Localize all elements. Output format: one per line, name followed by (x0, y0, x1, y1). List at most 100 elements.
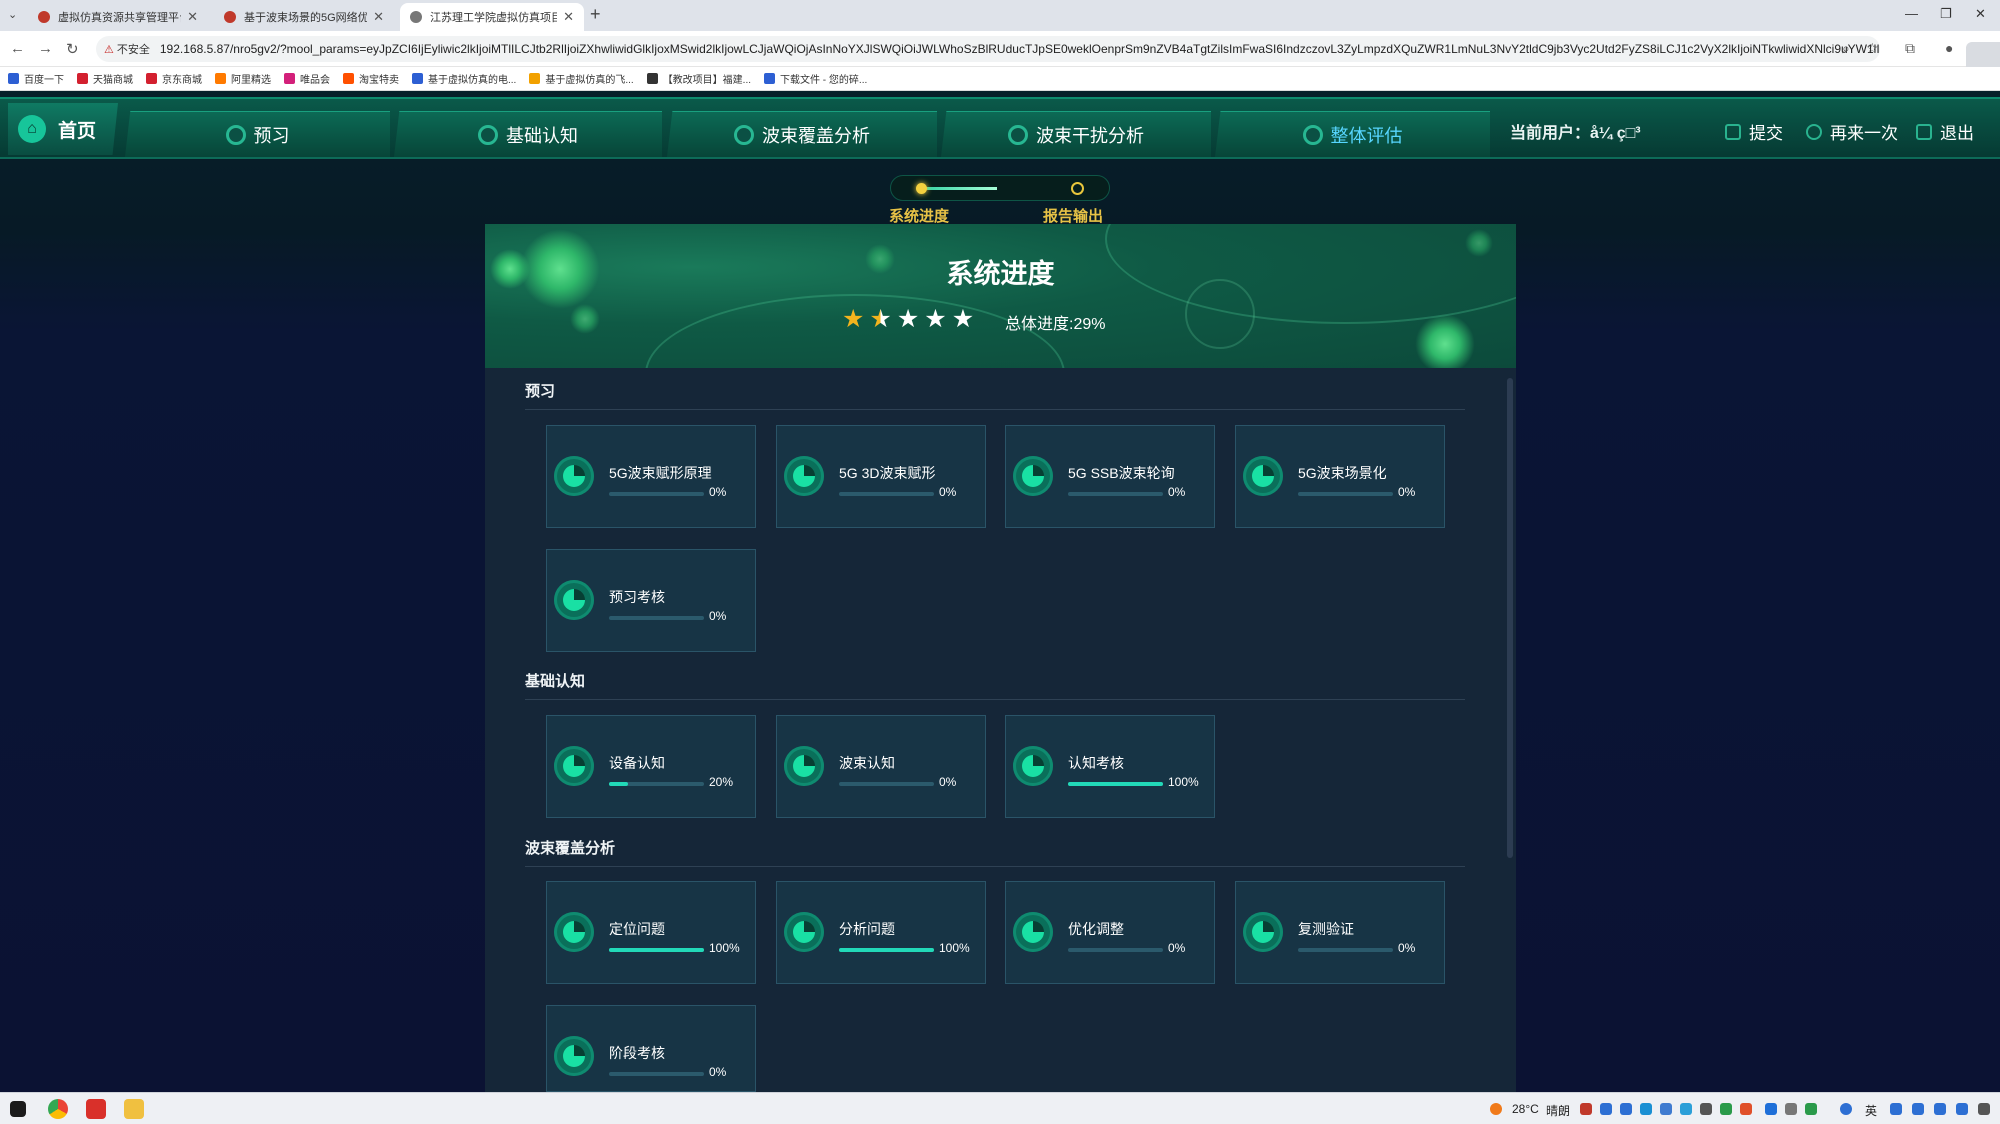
bookmark-label: 【教改项目】福建... (662, 75, 752, 86)
progress-card[interactable]: 预习考核 0% (546, 549, 756, 652)
tab-overall-evaluation[interactable]: 整体评估 (1215, 111, 1490, 157)
tray-icon[interactable] (1580, 1103, 1592, 1115)
browser-tab[interactable]: 虚拟仿真资源共享管理平台 ✕ (28, 3, 208, 31)
tab-close-icon[interactable]: ✕ (563, 9, 574, 25)
tray-icon[interactable] (1660, 1103, 1672, 1115)
card-title: 预习考核 (609, 589, 665, 605)
forward-icon[interactable]: → (38, 40, 53, 57)
close-window-icon[interactable]: ✕ (1975, 6, 1986, 22)
progress-pie-icon (554, 746, 594, 786)
progress-card[interactable]: 阶段考核 0% (546, 1005, 756, 1092)
tab-preview-icon (225, 124, 246, 145)
extensions-icon[interactable]: ⧉ (1905, 40, 1915, 57)
progress-card[interactable]: 5G波束赋形原理 0% (546, 425, 756, 528)
progress-card[interactable]: 5G波束场景化 0% (1235, 425, 1445, 528)
retry-button[interactable]: 再来一次 (1806, 119, 1898, 144)
bookmark-item[interactable]: 百度一下 (8, 71, 64, 86)
url-input[interactable]: ⚠ 不安全 192.168.5.87/nro5gv2/?mool_params=e… (96, 36, 1880, 62)
tray-icon[interactable] (1956, 1103, 1968, 1115)
tray-icon[interactable] (1890, 1103, 1902, 1115)
new-tab-button[interactable]: + (590, 4, 601, 25)
bookmark-item[interactable]: 基于虚拟仿真的电... (412, 71, 516, 86)
step-dot-next[interactable] (1071, 182, 1084, 195)
bookmark-item[interactable]: 阿里精选 (215, 71, 271, 86)
step-track-fill (919, 187, 997, 190)
browser-tab[interactable]: 基于波束场景的5G网络优化仿真... ✕ (214, 3, 394, 31)
ime-icon[interactable] (1840, 1103, 1852, 1115)
browser-tab-active[interactable]: 江苏理工学院虚拟仿真项目 ✕ (400, 3, 584, 31)
tab-basic-cognition[interactable]: 基础认知 (394, 111, 662, 157)
restore-icon[interactable]: ❐ (1940, 6, 1952, 22)
progress-card[interactable]: 分析问题 100% (776, 881, 986, 984)
tray-icon[interactable] (1740, 1103, 1752, 1115)
card-title: 设备认知 (609, 755, 665, 771)
microphone-icon[interactable] (1912, 1103, 1924, 1115)
decor-burst (1415, 314, 1475, 368)
bookmark-star-icon[interactable]: ☆ (1866, 40, 1879, 57)
submit-button[interactable]: 提交 (1725, 119, 1783, 144)
step-label-report[interactable]: 报告输出 (1043, 205, 1103, 226)
tray-icon[interactable] (1680, 1103, 1692, 1115)
card-percent: 0% (709, 485, 727, 499)
card-title: 定位问题 (609, 921, 665, 937)
home-button[interactable]: ⌂ 首页 (8, 103, 118, 155)
progress-card[interactable]: 复测验证 0% (1235, 881, 1445, 984)
progress-card[interactable]: 波束认知 0% (776, 715, 986, 818)
panel-scrollbar[interactable] (1507, 378, 1513, 858)
bookmark-item[interactable]: 基于虚拟仿真的飞... (529, 71, 634, 86)
chrome-icon[interactable] (48, 1099, 68, 1119)
reload-icon[interactable]: ↻ (66, 40, 79, 58)
top-navigation: ⌂ 首页 预习 基础认知 波束覆盖分析 波束干扰分析 整体评估 当前用户：å¼ … (0, 97, 2000, 159)
progress-card[interactable]: 认知考核 100% (1005, 715, 1215, 818)
bookmark-item[interactable]: 唯品会 (284, 71, 330, 86)
notification-icon[interactable] (1978, 1103, 1990, 1115)
progress-card[interactable]: 定位问题 100% (546, 881, 756, 984)
bluetooth-icon[interactable] (1765, 1103, 1777, 1115)
bookmark-item[interactable]: 京东商城 (146, 71, 202, 86)
tab-close-icon[interactable]: ✕ (373, 9, 384, 25)
tab-list-dropdown-icon[interactable]: ⌄ (8, 8, 17, 21)
file-explorer-icon[interactable] (124, 1099, 144, 1119)
ime-language[interactable]: 英 (1865, 1102, 1877, 1119)
bookmark-item[interactable]: 天猫商城 (77, 71, 133, 86)
start-icon[interactable] (10, 1101, 26, 1117)
profile-icon[interactable]: ● (1945, 40, 1953, 56)
security-label: 不安全 (116, 44, 150, 56)
minimize-icon[interactable]: — (1905, 6, 1918, 21)
step-track (890, 175, 1110, 201)
bookmark-item[interactable]: 下载文件 - 您的碎... (764, 71, 867, 86)
card-percent: 0% (709, 1065, 727, 1079)
back-icon[interactable]: ← (10, 40, 25, 57)
bookmark-label: 唯品会 (300, 75, 330, 86)
progress-card[interactable]: 优化调整 0% (1005, 881, 1215, 984)
tray-icon[interactable] (1785, 1103, 1797, 1115)
card-title: 5G波束赋形原理 (609, 465, 712, 481)
bookmark-item[interactable]: 淘宝特卖 (343, 71, 399, 86)
tray-icon[interactable] (1934, 1103, 1946, 1115)
tray-icon[interactable] (1600, 1103, 1612, 1115)
bookmark-item[interactable]: 【教改项目】福建... (646, 71, 752, 86)
tab-preview[interactable]: 预习 (125, 111, 390, 157)
bookmark-label: 百度一下 (24, 75, 64, 86)
tray-icon[interactable] (1640, 1103, 1652, 1115)
progress-card[interactable]: 5G SSB波束轮询 0% (1005, 425, 1215, 528)
tray-icon[interactable] (1620, 1103, 1632, 1115)
step-dot-current[interactable] (916, 183, 927, 194)
exit-button[interactable]: 退出 (1916, 119, 1974, 144)
tray-icon[interactable] (1805, 1103, 1817, 1115)
tab-close-icon[interactable]: ✕ (187, 9, 198, 25)
tray-icon[interactable] (1720, 1103, 1732, 1115)
progress-bar (1298, 492, 1393, 496)
progress-card[interactable]: 设备认知 20% (546, 715, 756, 818)
tab-beam-interference-icon (1008, 124, 1028, 145)
progress-bar (1068, 492, 1163, 496)
tray-icon[interactable] (1700, 1103, 1712, 1115)
tab-beam-coverage-analysis[interactable]: 波束覆盖分析 (667, 111, 937, 157)
tab-beam-interference-analysis[interactable]: 波束干扰分析 (941, 111, 1211, 157)
progress-card[interactable]: 5G 3D波束赋形 0% (776, 425, 986, 528)
wps-icon[interactable] (86, 1099, 106, 1119)
security-indicator[interactable]: ⚠ 不安全 (104, 41, 150, 57)
zoom-icon[interactable]: ⌕ (1842, 40, 1850, 57)
step-label-progress[interactable]: 系统进度 (889, 205, 949, 226)
bookmark-favicon-icon (646, 73, 658, 84)
